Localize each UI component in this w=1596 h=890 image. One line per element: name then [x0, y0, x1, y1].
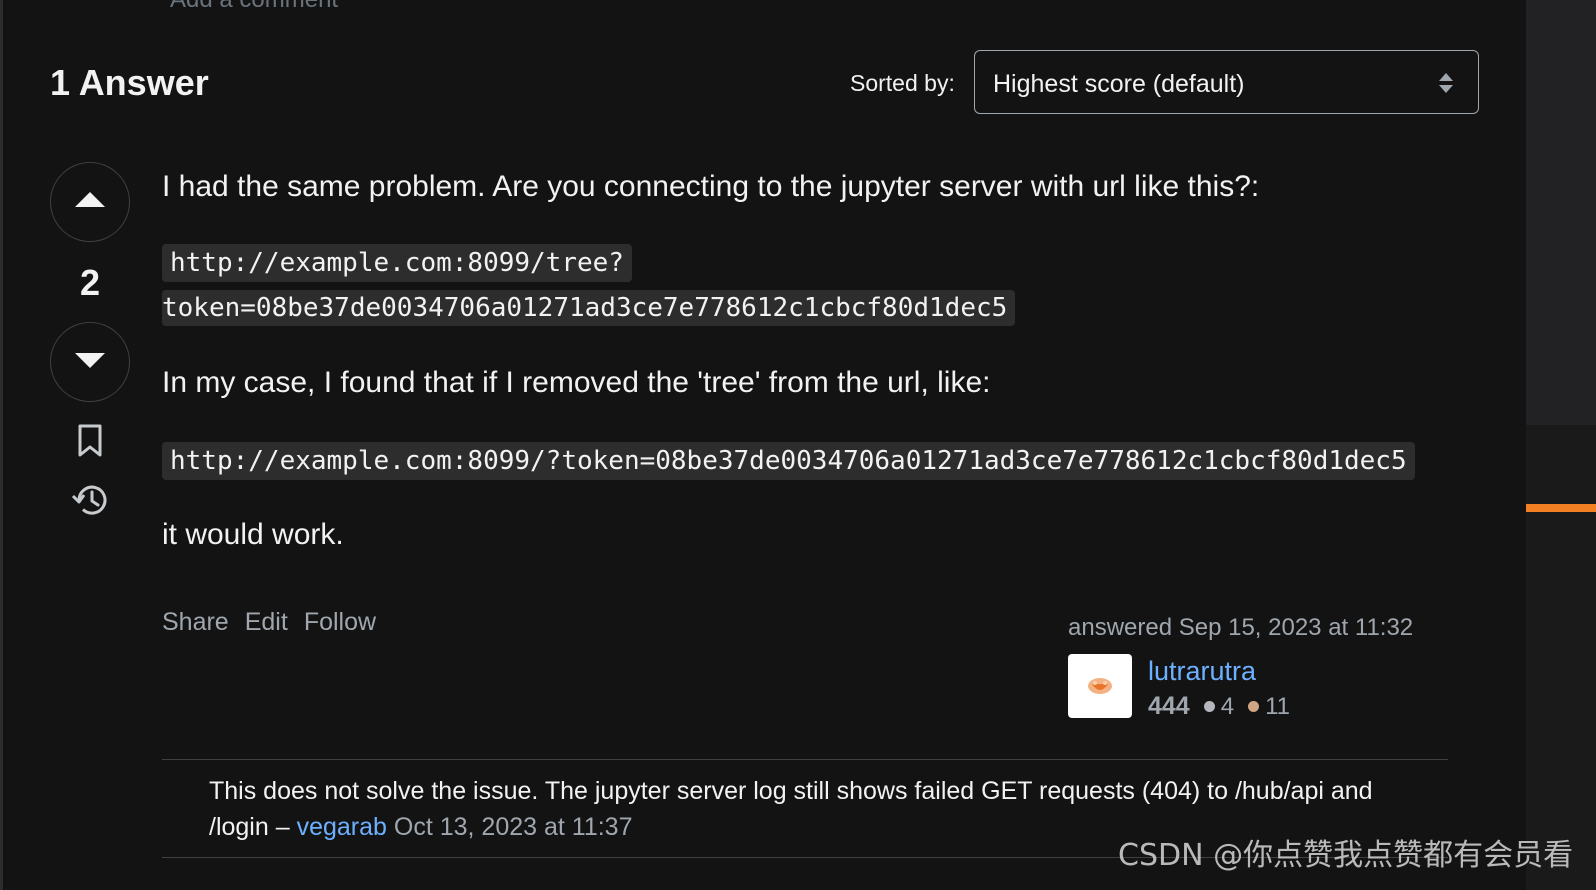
left-border	[0, 0, 3, 890]
code-snippet: http://example.com:8099/?token=08be37de0…	[162, 442, 1415, 480]
follow-link[interactable]: Follow	[304, 608, 376, 637]
code-snippet: token=08be37de0034706a01271ad3ce7e778612…	[162, 290, 1016, 326]
bookmark-button[interactable]	[72, 424, 108, 463]
code-snippet: http://example.com:8099/tree?	[162, 244, 632, 282]
history-icon	[71, 482, 109, 523]
comment-user-link[interactable]: vegarab	[297, 813, 387, 841]
upvote-button[interactable]	[50, 162, 130, 242]
comment-divider	[162, 759, 1448, 760]
user-card: answered Sep 15, 2023 at 11:32 lutrarutr…	[1068, 614, 1468, 720]
user-reputation: 444 4 11	[1148, 692, 1290, 721]
bronze-badge-count: 11	[1265, 692, 1290, 720]
sidebar-panel	[1526, 0, 1596, 425]
sort-label: Sorted by:	[850, 70, 955, 96]
answered-timestamp[interactable]: answered Sep 15, 2023 at 11:32	[1068, 614, 1468, 642]
answers-count-heading: 1 Answer	[50, 62, 209, 103]
add-comment-link[interactable]: Add a comment	[170, 0, 338, 14]
downvote-button[interactable]	[50, 322, 130, 402]
answer-paragraph: it would work.	[162, 518, 344, 551]
answer-page: Add a comment 1 Answer Sorted by: Highes…	[0, 0, 1596, 890]
edit-link[interactable]: Edit	[245, 608, 288, 637]
history-button[interactable]	[71, 482, 109, 523]
silver-badge-icon	[1203, 701, 1215, 712]
silver-badge-count: 4	[1220, 692, 1235, 720]
bronze-badge-icon	[1248, 701, 1260, 712]
sort-arrows-icon	[1438, 71, 1454, 95]
answer-paragraph: I had the same problem. Are you connecti…	[162, 170, 1260, 203]
sidebar-accent-bar	[1526, 504, 1596, 512]
sort-selected-value: Highest score (default)	[993, 70, 1245, 98]
avatar[interactable]	[1068, 654, 1132, 718]
share-link[interactable]: Share	[162, 608, 229, 637]
sort-select[interactable]: Highest score (default)	[974, 50, 1479, 114]
user-name-link[interactable]: lutrarutra	[1148, 656, 1256, 687]
answer-paragraph: In my case, I found that if I removed th…	[162, 366, 991, 399]
chevron-up-icon	[73, 190, 107, 215]
reputation-score: 444	[1148, 692, 1190, 720]
comment-date[interactable]: Oct 13, 2023 at 11:37	[394, 813, 633, 841]
bookmark-icon	[77, 424, 103, 463]
watermark: CSDN @你点赞我点赞都有会员看	[1118, 838, 1574, 873]
vote-count: 2	[79, 262, 101, 303]
post-menu: Share Edit Follow	[162, 608, 376, 637]
chevron-down-icon	[73, 350, 107, 375]
